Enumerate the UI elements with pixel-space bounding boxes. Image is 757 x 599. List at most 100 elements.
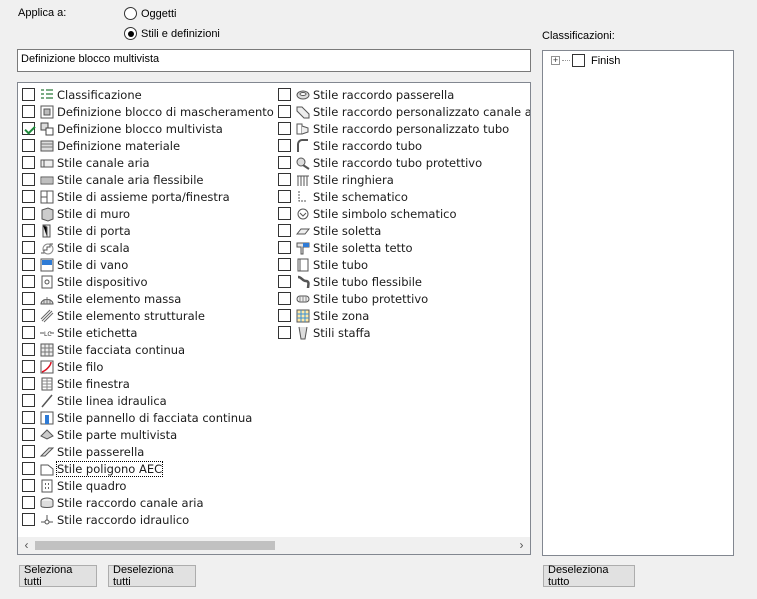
- list-item[interactable]: Classificazione: [18, 86, 274, 103]
- list-item[interactable]: Definizione blocco multivista: [18, 120, 274, 137]
- list-item-checkbox[interactable]: [22, 139, 35, 152]
- list-item[interactable]: Stile filo: [18, 358, 274, 375]
- tree-item-finish[interactable]: + Finish: [551, 54, 620, 67]
- list-item-checkbox[interactable]: [278, 207, 291, 220]
- list-item[interactable]: Stili staffa: [274, 324, 530, 341]
- list-item-checkbox[interactable]: [278, 309, 291, 322]
- list-item[interactable]: Stile soletta: [274, 222, 530, 239]
- list-item[interactable]: Stile schematico: [274, 188, 530, 205]
- object-type-list[interactable]: Classificazione Definizione blocco di mas…: [17, 82, 531, 555]
- list-item-checkbox[interactable]: [278, 224, 291, 237]
- list-item[interactable]: Stile tubo flessibile: [274, 273, 530, 290]
- list-item[interactable]: Stile di scala: [18, 239, 274, 256]
- list-item-checkbox[interactable]: [22, 258, 35, 271]
- list-item[interactable]: Stile raccordo personalizzato canale ari…: [274, 103, 530, 120]
- list-item-checkbox[interactable]: [278, 326, 291, 339]
- list-item-checkbox[interactable]: [22, 156, 35, 169]
- list-item-checkbox[interactable]: [278, 139, 291, 152]
- list-item[interactable]: Stile zona: [274, 307, 530, 324]
- deselect-all-classifications-button[interactable]: Deseleziona tutto: [543, 564, 635, 588]
- tree-item-finish-checkbox[interactable]: [572, 54, 585, 67]
- selected-type-field[interactable]: Definizione blocco multivista: [17, 49, 531, 72]
- list-item-checkbox[interactable]: [22, 309, 35, 322]
- list-item-checkbox[interactable]: [278, 190, 291, 203]
- list-item-checkbox[interactable]: [22, 394, 35, 407]
- list-item[interactable]: Stile di vano: [18, 256, 274, 273]
- list-item-checkbox[interactable]: [22, 411, 35, 424]
- list-item[interactable]: Stile soletta tetto: [274, 239, 530, 256]
- list-item-checkbox[interactable]: [22, 326, 35, 339]
- list-item-checkbox[interactable]: [22, 462, 35, 475]
- list-item[interactable]: Stile di muro: [18, 205, 274, 222]
- list-item[interactable]: Stile elemento massa: [18, 290, 274, 307]
- list-item-checkbox[interactable]: [22, 360, 35, 373]
- list-item[interactable]: Stile ringhiera: [274, 171, 530, 188]
- list-item[interactable]: Stile passerella: [18, 443, 274, 460]
- list-item[interactable]: Stile dispositivo: [18, 273, 274, 290]
- list-item[interactable]: Stile raccordo personalizzato tubo: [274, 120, 530, 137]
- radio-styles-definitions-circle[interactable]: [124, 27, 137, 40]
- list-item-checkbox[interactable]: [22, 428, 35, 441]
- list-item-checkbox[interactable]: [22, 377, 35, 390]
- list-item-checkbox[interactable]: [278, 105, 291, 118]
- list-item-checkbox[interactable]: [278, 292, 291, 305]
- list-item-checkbox[interactable]: [278, 258, 291, 271]
- scroll-right-arrow-icon[interactable]: ›: [513, 537, 530, 554]
- expand-plus-icon[interactable]: +: [551, 56, 560, 65]
- list-item-checkbox[interactable]: [22, 224, 35, 237]
- classifications-tree[interactable]: + Finish: [542, 50, 734, 556]
- radio-objects-circle[interactable]: [124, 7, 137, 20]
- list-item-checkbox[interactable]: [22, 513, 35, 526]
- list-item[interactable]: Stile raccordo tubo protettivo: [274, 154, 530, 171]
- list-item-checkbox[interactable]: [278, 156, 291, 169]
- list-item-checkbox[interactable]: [278, 122, 291, 135]
- list-item[interactable]: Stile di assieme porta/finestra: [18, 188, 274, 205]
- list-item[interactable]: Definizione blocco di mascheramento: [18, 103, 274, 120]
- list-item-checkbox[interactable]: [22, 241, 35, 254]
- list-item-checkbox[interactable]: [22, 275, 35, 288]
- list-item[interactable]: LC Stile etichetta: [18, 324, 274, 341]
- list-item-checkbox[interactable]: [22, 343, 35, 356]
- list-item-checkbox[interactable]: [278, 241, 291, 254]
- list-item[interactable]: Stile canale aria flessibile: [18, 171, 274, 188]
- list-item-checkbox[interactable]: [22, 105, 35, 118]
- scroll-thumb[interactable]: [35, 541, 275, 550]
- radio-styles-definitions[interactable]: Stili e definizioni: [124, 27, 220, 40]
- list-item[interactable]: Stile facciata continua: [18, 341, 274, 358]
- list-item[interactable]: Stile elemento strutturale: [18, 307, 274, 324]
- radio-objects[interactable]: Oggetti: [124, 7, 176, 20]
- list-item-checkbox[interactable]: [22, 88, 35, 101]
- opening-icon: [40, 258, 54, 271]
- list-item[interactable]: Stile simbolo schematico: [274, 205, 530, 222]
- list-item-checkbox[interactable]: [22, 292, 35, 305]
- list-item[interactable]: Stile di porta: [18, 222, 274, 239]
- list-item[interactable]: Stile finestra: [18, 375, 274, 392]
- list-item-checkbox[interactable]: [22, 122, 35, 135]
- list-item[interactable]: Stile pannello di facciata continua: [18, 409, 274, 426]
- list-item-checkbox[interactable]: [22, 479, 35, 492]
- list-item[interactable]: Stile raccordo canale aria: [18, 494, 274, 511]
- list-item[interactable]: Stile linea idraulica: [18, 392, 274, 409]
- list-item-checkbox[interactable]: [278, 173, 291, 186]
- scroll-left-arrow-icon[interactable]: ‹: [18, 537, 35, 554]
- list-item[interactable]: Stile poligono AEC: [18, 460, 274, 477]
- list-item[interactable]: Stile canale aria: [18, 154, 274, 171]
- list-item-checkbox[interactable]: [22, 445, 35, 458]
- list-item[interactable]: Stile raccordo idraulico: [18, 511, 274, 528]
- list-item-checkbox[interactable]: [22, 173, 35, 186]
- list-item[interactable]: Stile parte multivista: [18, 426, 274, 443]
- select-all-button[interactable]: Seleziona tutti: [19, 564, 97, 588]
- list-item-checkbox[interactable]: [22, 190, 35, 203]
- deselect-all-button[interactable]: Deseleziona tutti: [108, 564, 196, 588]
- list-item-checkbox[interactable]: [22, 207, 35, 220]
- list-item[interactable]: Stile tubo: [274, 256, 530, 273]
- list-item[interactable]: Stile raccordo tubo: [274, 137, 530, 154]
- list-item-checkbox[interactable]: [22, 496, 35, 509]
- list-item-checkbox[interactable]: [278, 88, 291, 101]
- list-item[interactable]: Stile quadro: [18, 477, 274, 494]
- list-item[interactable]: Stile tubo protettivo: [274, 290, 530, 307]
- horizontal-scrollbar[interactable]: ‹ ›: [18, 537, 530, 554]
- list-item[interactable]: Stile raccordo passerella: [274, 86, 530, 103]
- list-item-checkbox[interactable]: [278, 275, 291, 288]
- list-item[interactable]: Definizione materiale: [18, 137, 274, 154]
